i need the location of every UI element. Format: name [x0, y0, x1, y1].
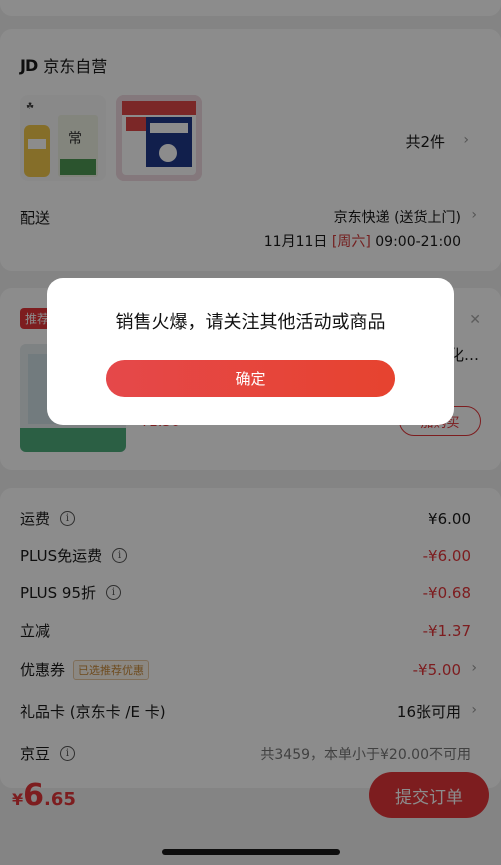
modal-overlay [0, 0, 501, 865]
dialog-message: 销售火爆，请关注其他活动或商品 [115, 312, 386, 333]
alert-dialog: 销售火爆，请关注其他活动或商品 确定 [47, 278, 454, 425]
confirm-button[interactable]: 确定 [106, 360, 395, 397]
